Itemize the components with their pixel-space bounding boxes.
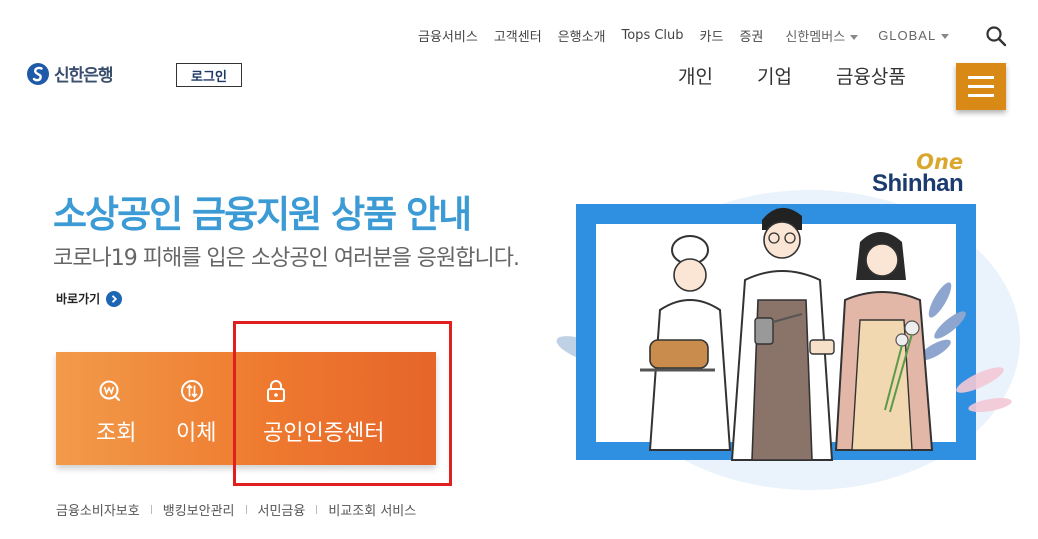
hamburger-icon-bar xyxy=(968,76,994,79)
hamburger-icon-bar xyxy=(968,94,994,97)
hamburger-icon-bar xyxy=(968,85,994,88)
nav-personal[interactable]: 개인 xyxy=(678,62,713,89)
inquiry-button[interactable]: 조회 xyxy=(96,352,156,465)
footer-link-comparison-service[interactable]: 비교조회 서비스 xyxy=(328,500,416,519)
global-dropdown[interactable]: GLOBAL xyxy=(878,28,950,43)
certificate-center-label: 공인인증센터 xyxy=(263,421,385,446)
chevron-down-icon xyxy=(941,34,950,40)
chevron-down-icon xyxy=(850,35,859,40)
hero-subtitle: 코로나19 피해를 입은 소상공인 여러분을 응원합니다. xyxy=(53,246,520,271)
util-link-financial-services[interactable]: 금융서비스 xyxy=(418,26,478,45)
member-dropdown[interactable]: 신한멤버스 xyxy=(785,26,859,45)
quick-action-bar: 조회 이체 공인인증센터 xyxy=(56,352,436,465)
lock-icon xyxy=(267,380,285,402)
footer-links: 금융소비자보호 뱅킹보안관리 서민금융 비교조회 서비스 xyxy=(56,500,416,519)
footer-link-banking-security[interactable]: 뱅킹보안관리 xyxy=(163,500,235,519)
util-link-card[interactable]: 카드 xyxy=(700,26,724,45)
util-link-bank-intro[interactable]: 은행소개 xyxy=(558,26,606,45)
shinhan-logo-icon xyxy=(27,62,49,85)
logo-text: 신한은행 xyxy=(54,66,114,86)
transfer-label: 이체 xyxy=(176,421,217,446)
divider xyxy=(150,505,152,514)
footer-link-microfinance[interactable]: 서민금융 xyxy=(258,500,306,519)
divider xyxy=(245,505,247,514)
global-dropdown-label: GLOBAL xyxy=(878,28,937,43)
certificate-center-button[interactable]: 공인인증센터 xyxy=(263,352,413,465)
util-link-customer-center[interactable]: 고객센터 xyxy=(494,26,542,45)
util-link-tops-club[interactable]: Tops Club xyxy=(622,28,684,43)
nav-financial-products[interactable]: 금융상품 xyxy=(836,62,906,89)
shinhan-bank-logo[interactable]: 신한은행 xyxy=(26,61,114,86)
one-shinhan-logo: One Shinhan xyxy=(872,150,964,197)
transfer-icon xyxy=(181,380,203,402)
transfer-button[interactable]: 이체 xyxy=(176,352,236,465)
hero-title: 소상공인 금융지원 상품 안내 xyxy=(53,193,472,236)
login-button[interactable]: 로그인 xyxy=(176,63,242,87)
search-button[interactable] xyxy=(984,24,1008,48)
hero-illustration xyxy=(556,190,1020,490)
util-link-securities[interactable]: 증권 xyxy=(739,26,763,45)
divider xyxy=(316,505,318,514)
shortcut-label: 바로가기 xyxy=(56,292,101,306)
arrow-right-circle-icon xyxy=(106,290,123,307)
inquiry-label: 조회 xyxy=(96,421,137,446)
utility-nav: 금융서비스 고객센터 은행소개 Tops Club 카드 증권 신한멤버스 GL… xyxy=(418,26,965,45)
one-shinhan-shinhan-text: Shinhan xyxy=(872,170,964,197)
member-dropdown-label: 신한멤버스 xyxy=(785,30,846,45)
one-shinhan-one-text: One xyxy=(916,150,964,174)
footer-link-consumer-protection[interactable]: 금융소비자보호 xyxy=(56,500,140,519)
menu-button[interactable] xyxy=(956,63,1006,110)
search-icon xyxy=(986,26,1007,47)
nav-corporate[interactable]: 기업 xyxy=(757,62,792,89)
shortcut-link[interactable]: 바로가기 xyxy=(56,290,123,307)
main-nav: 개인 기업 금융상품 xyxy=(678,62,950,89)
won-search-icon xyxy=(99,380,121,402)
